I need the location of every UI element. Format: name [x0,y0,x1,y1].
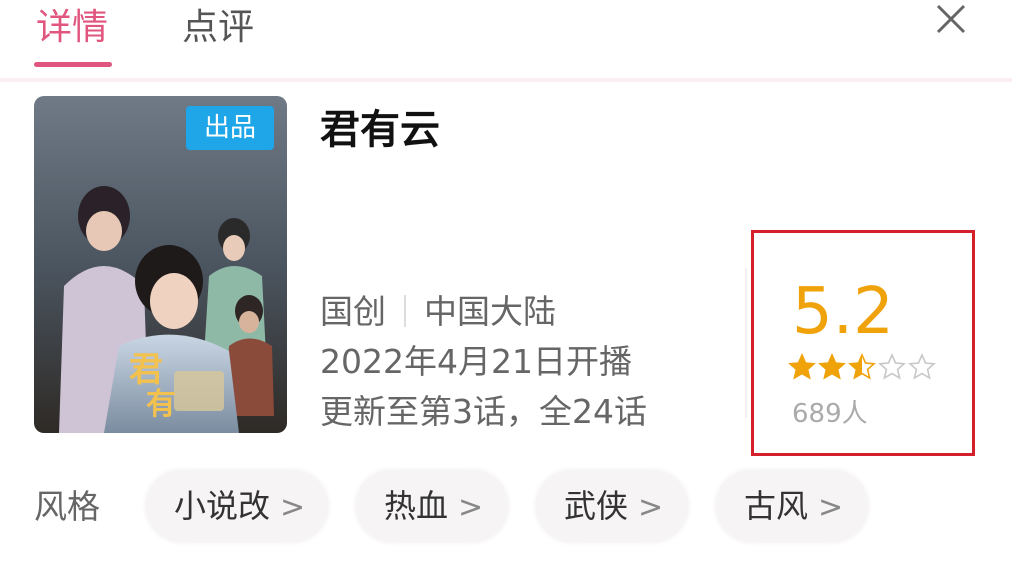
tab-details[interactable]: 详情 [36,4,108,52]
star-filled-icon [818,353,846,380]
cover-image[interactable]: 君 有 出品 [34,96,287,433]
star-empty-icon [878,353,906,380]
tag-label: 热血 [384,487,449,525]
anime-title: 君有云 [320,107,440,153]
producer-badge: 出品 [186,106,274,150]
chevron-right-icon: > [458,490,484,525]
chevron-right-icon: > [638,490,664,525]
region-label: 中国大陆 [424,292,556,331]
style-label: 风格 [34,487,100,526]
tag-label: 武侠 [564,487,629,525]
svg-text:有: 有 [146,387,176,422]
style-tag-wuxia[interactable]: 武侠 > [536,470,688,542]
meta-separator [404,295,406,327]
origin-label: 国创 [320,292,386,331]
style-tag-ancient-style[interactable]: 古风 > [716,470,868,542]
star-half-icon [848,353,876,380]
chevron-right-icon: > [818,490,844,525]
rating-score: 5.2 [792,275,894,349]
origin-region: 国创 中国大陆 [320,290,556,334]
star-empty-icon [908,353,936,380]
style-tag-hot-blooded[interactable]: 热血 > [356,470,508,542]
active-tab-indicator [34,62,112,67]
tab-bar: 详情 点评 [0,0,1012,78]
tag-label: 小说改 [174,487,271,525]
tab-divider [0,78,1012,82]
premiere-date: 2022年4月21日开播 [320,342,632,381]
chevron-right-icon: > [280,490,306,525]
rating-count: 689人 [792,399,868,429]
episode-status: 更新至第3话，全24话 [320,392,647,431]
close-button[interactable] [930,0,970,40]
star-filled-icon [788,353,816,380]
style-tag-novel-adaptation[interactable]: 小说改 > [146,470,328,542]
tag-label: 古风 [744,487,809,525]
rating-divider [745,268,747,418]
svg-text:君: 君 [129,350,163,390]
rating-stars [788,353,938,383]
close-icon [936,4,966,34]
tab-reviews[interactable]: 点评 [182,4,254,52]
